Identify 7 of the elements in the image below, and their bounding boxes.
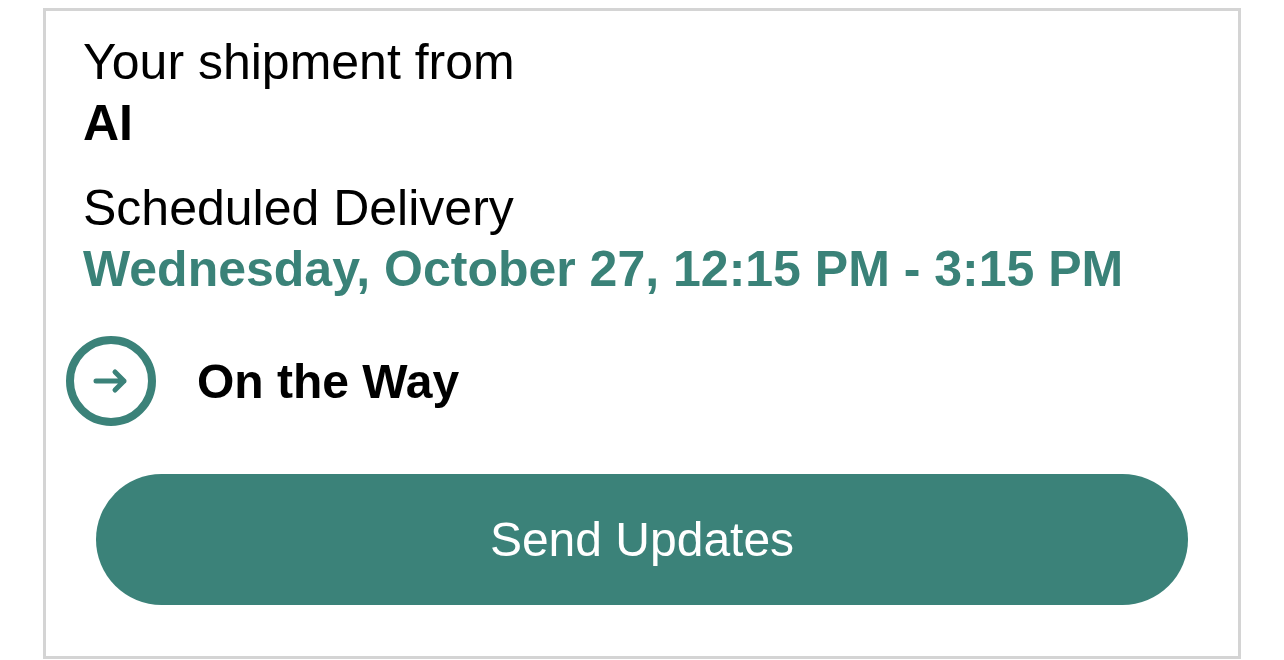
delivery-window: Wednesday, October 27, 12:15 PM - 3:15 PM bbox=[83, 239, 1124, 300]
sender-name: AI bbox=[83, 94, 133, 153]
status-label: On the Way bbox=[197, 353, 460, 410]
arrow-circle-icon bbox=[66, 336, 156, 426]
send-updates-button[interactable]: Send Updates bbox=[96, 474, 1188, 605]
delivery-label: Scheduled Delivery bbox=[83, 179, 514, 238]
intro-text: Your shipment from bbox=[83, 33, 515, 92]
